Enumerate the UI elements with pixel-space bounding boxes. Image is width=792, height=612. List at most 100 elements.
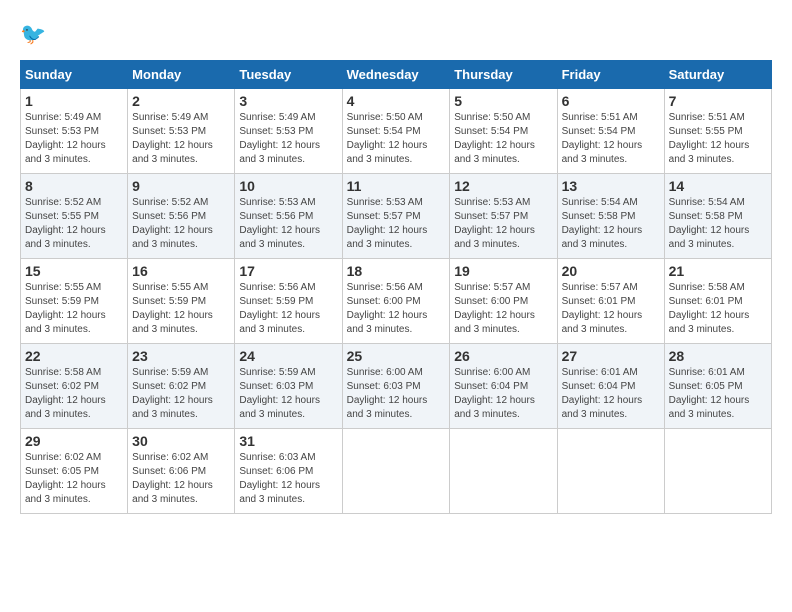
calendar-cell: 20 Sunrise: 5:57 AMSunset: 6:01 PMDaylig… xyxy=(557,259,664,344)
calendar-cell: 27 Sunrise: 6:01 AMSunset: 6:04 PMDaylig… xyxy=(557,344,664,429)
day-info: Sunrise: 5:56 AMSunset: 5:59 PMDaylight:… xyxy=(239,282,320,335)
calendar-cell: 12 Sunrise: 5:53 AMSunset: 5:57 PMDaylig… xyxy=(450,174,557,259)
calendar-week-2: 8 Sunrise: 5:52 AMSunset: 5:55 PMDayligh… xyxy=(21,174,772,259)
calendar-cell: 2 Sunrise: 5:49 AMSunset: 5:53 PMDayligh… xyxy=(128,89,235,174)
calendar-week-5: 29 Sunrise: 6:02 AMSunset: 6:05 PMDaylig… xyxy=(21,429,772,514)
day-number: 17 xyxy=(239,263,337,279)
day-info: Sunrise: 6:02 AMSunset: 6:06 PMDaylight:… xyxy=(132,452,213,505)
day-number: 20 xyxy=(562,263,660,279)
calendar-table: SundayMondayTuesdayWednesdayThursdayFrid… xyxy=(20,60,772,514)
day-number: 31 xyxy=(239,433,337,449)
calendar-cell: 14 Sunrise: 5:54 AMSunset: 5:58 PMDaylig… xyxy=(664,174,771,259)
calendar-cell: 26 Sunrise: 6:00 AMSunset: 6:04 PMDaylig… xyxy=(450,344,557,429)
day-info: Sunrise: 6:02 AMSunset: 6:05 PMDaylight:… xyxy=(25,452,106,505)
day-number: 22 xyxy=(25,348,123,364)
day-number: 16 xyxy=(132,263,230,279)
calendar-cell: 9 Sunrise: 5:52 AMSunset: 5:56 PMDayligh… xyxy=(128,174,235,259)
day-info: Sunrise: 5:59 AMSunset: 6:02 PMDaylight:… xyxy=(132,367,213,420)
day-number: 2 xyxy=(132,93,230,109)
day-info: Sunrise: 5:50 AMSunset: 5:54 PMDaylight:… xyxy=(454,112,535,165)
day-number: 26 xyxy=(454,348,552,364)
day-info: Sunrise: 5:49 AMSunset: 5:53 PMDaylight:… xyxy=(25,112,106,165)
day-info: Sunrise: 5:56 AMSunset: 6:00 PMDaylight:… xyxy=(347,282,428,335)
day-info: Sunrise: 5:58 AMSunset: 6:01 PMDaylight:… xyxy=(669,282,750,335)
calendar-cell: 10 Sunrise: 5:53 AMSunset: 5:56 PMDaylig… xyxy=(235,174,342,259)
day-number: 15 xyxy=(25,263,123,279)
calendar-cell: 1 Sunrise: 5:49 AMSunset: 5:53 PMDayligh… xyxy=(21,89,128,174)
day-number: 13 xyxy=(562,178,660,194)
calendar-cell: 13 Sunrise: 5:54 AMSunset: 5:58 PMDaylig… xyxy=(557,174,664,259)
header: 🐦 xyxy=(20,20,772,50)
day-number: 21 xyxy=(669,263,767,279)
day-info: Sunrise: 5:55 AMSunset: 5:59 PMDaylight:… xyxy=(132,282,213,335)
calendar-cell: 30 Sunrise: 6:02 AMSunset: 6:06 PMDaylig… xyxy=(128,429,235,514)
day-info: Sunrise: 5:52 AMSunset: 5:56 PMDaylight:… xyxy=(132,197,213,250)
day-number: 8 xyxy=(25,178,123,194)
day-number: 10 xyxy=(239,178,337,194)
column-header-tuesday: Tuesday xyxy=(235,61,342,89)
calendar-cell: 29 Sunrise: 6:02 AMSunset: 6:05 PMDaylig… xyxy=(21,429,128,514)
calendar-cell: 8 Sunrise: 5:52 AMSunset: 5:55 PMDayligh… xyxy=(21,174,128,259)
calendar-cell: 23 Sunrise: 5:59 AMSunset: 6:02 PMDaylig… xyxy=(128,344,235,429)
column-header-sunday: Sunday xyxy=(21,61,128,89)
calendar-cell xyxy=(450,429,557,514)
day-info: Sunrise: 5:49 AMSunset: 5:53 PMDaylight:… xyxy=(132,112,213,165)
calendar-cell: 4 Sunrise: 5:50 AMSunset: 5:54 PMDayligh… xyxy=(342,89,450,174)
day-info: Sunrise: 5:51 AMSunset: 5:55 PMDaylight:… xyxy=(669,112,750,165)
day-info: Sunrise: 6:03 AMSunset: 6:06 PMDaylight:… xyxy=(239,452,320,505)
day-info: Sunrise: 5:54 AMSunset: 5:58 PMDaylight:… xyxy=(562,197,643,250)
day-number: 9 xyxy=(132,178,230,194)
calendar-week-4: 22 Sunrise: 5:58 AMSunset: 6:02 PMDaylig… xyxy=(21,344,772,429)
day-number: 23 xyxy=(132,348,230,364)
column-header-saturday: Saturday xyxy=(664,61,771,89)
day-number: 6 xyxy=(562,93,660,109)
calendar-cell: 6 Sunrise: 5:51 AMSunset: 5:54 PMDayligh… xyxy=(557,89,664,174)
day-number: 1 xyxy=(25,93,123,109)
column-header-thursday: Thursday xyxy=(450,61,557,89)
day-number: 12 xyxy=(454,178,552,194)
calendar-cell: 21 Sunrise: 5:58 AMSunset: 6:01 PMDaylig… xyxy=(664,259,771,344)
calendar-cell: 28 Sunrise: 6:01 AMSunset: 6:05 PMDaylig… xyxy=(664,344,771,429)
day-number: 14 xyxy=(669,178,767,194)
column-header-friday: Friday xyxy=(557,61,664,89)
calendar-cell: 11 Sunrise: 5:53 AMSunset: 5:57 PMDaylig… xyxy=(342,174,450,259)
day-info: Sunrise: 5:59 AMSunset: 6:03 PMDaylight:… xyxy=(239,367,320,420)
day-info: Sunrise: 5:53 AMSunset: 5:57 PMDaylight:… xyxy=(347,197,428,250)
day-number: 18 xyxy=(347,263,446,279)
calendar-cell: 5 Sunrise: 5:50 AMSunset: 5:54 PMDayligh… xyxy=(450,89,557,174)
calendar-cell: 7 Sunrise: 5:51 AMSunset: 5:55 PMDayligh… xyxy=(664,89,771,174)
calendar-cell: 17 Sunrise: 5:56 AMSunset: 5:59 PMDaylig… xyxy=(235,259,342,344)
logo-icon: 🐦 xyxy=(20,20,50,50)
calendar-week-1: 1 Sunrise: 5:49 AMSunset: 5:53 PMDayligh… xyxy=(21,89,772,174)
calendar-cell xyxy=(342,429,450,514)
logo: 🐦 xyxy=(20,20,54,50)
calendar-week-3: 15 Sunrise: 5:55 AMSunset: 5:59 PMDaylig… xyxy=(21,259,772,344)
day-info: Sunrise: 5:53 AMSunset: 5:57 PMDaylight:… xyxy=(454,197,535,250)
day-number: 25 xyxy=(347,348,446,364)
day-info: Sunrise: 5:54 AMSunset: 5:58 PMDaylight:… xyxy=(669,197,750,250)
calendar-cell: 16 Sunrise: 5:55 AMSunset: 5:59 PMDaylig… xyxy=(128,259,235,344)
calendar-cell: 22 Sunrise: 5:58 AMSunset: 6:02 PMDaylig… xyxy=(21,344,128,429)
calendar-cell: 25 Sunrise: 6:00 AMSunset: 6:03 PMDaylig… xyxy=(342,344,450,429)
day-number: 29 xyxy=(25,433,123,449)
calendar-cell: 3 Sunrise: 5:49 AMSunset: 5:53 PMDayligh… xyxy=(235,89,342,174)
day-info: Sunrise: 5:57 AMSunset: 6:01 PMDaylight:… xyxy=(562,282,643,335)
day-number: 7 xyxy=(669,93,767,109)
day-number: 4 xyxy=(347,93,446,109)
day-info: Sunrise: 5:57 AMSunset: 6:00 PMDaylight:… xyxy=(454,282,535,335)
svg-text:🐦: 🐦 xyxy=(20,23,46,46)
day-info: Sunrise: 5:52 AMSunset: 5:55 PMDaylight:… xyxy=(25,197,106,250)
day-number: 3 xyxy=(239,93,337,109)
day-info: Sunrise: 5:51 AMSunset: 5:54 PMDaylight:… xyxy=(562,112,643,165)
header-row: SundayMondayTuesdayWednesdayThursdayFrid… xyxy=(21,61,772,89)
column-header-wednesday: Wednesday xyxy=(342,61,450,89)
day-number: 28 xyxy=(669,348,767,364)
day-info: Sunrise: 6:00 AMSunset: 6:03 PMDaylight:… xyxy=(347,367,428,420)
day-info: Sunrise: 5:49 AMSunset: 5:53 PMDaylight:… xyxy=(239,112,320,165)
day-number: 19 xyxy=(454,263,552,279)
day-info: Sunrise: 6:01 AMSunset: 6:05 PMDaylight:… xyxy=(669,367,750,420)
calendar-cell: 19 Sunrise: 5:57 AMSunset: 6:00 PMDaylig… xyxy=(450,259,557,344)
day-info: Sunrise: 5:53 AMSunset: 5:56 PMDaylight:… xyxy=(239,197,320,250)
day-info: Sunrise: 5:58 AMSunset: 6:02 PMDaylight:… xyxy=(25,367,106,420)
day-number: 11 xyxy=(347,178,446,194)
